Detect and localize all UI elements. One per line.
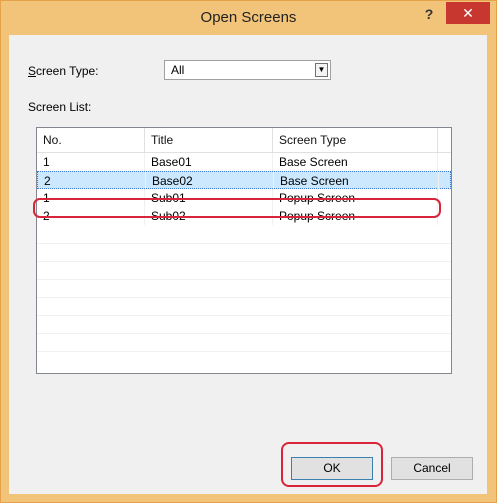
open-screens-dialog: Open Screens ? ✕ Screen Type: All ▼ Scre… [0, 0, 497, 503]
grid-line [37, 333, 451, 334]
cell-no: 2 [38, 172, 146, 190]
screen-list-label: Screen List: [28, 100, 92, 114]
column-header-title[interactable]: Title [145, 128, 273, 152]
screen-type-dropdown[interactable]: All ▼ [164, 60, 331, 80]
cell-no: 1 [37, 189, 145, 207]
table-row[interactable]: 2 Sub02 Popup Screen [37, 207, 451, 225]
screen-type-label-mnemonic: S [28, 64, 37, 78]
table-row-selected[interactable]: 2 Base02 Base Screen [37, 171, 451, 190]
screen-type-label-rest: creen Type: [36, 64, 99, 78]
title-bar[interactable]: Open Screens ? ✕ [1, 1, 496, 35]
screen-list-grid[interactable]: No. Title Screen Type 1 Base01 Base Scre… [36, 127, 452, 374]
column-header-screen-type[interactable]: Screen Type [273, 128, 438, 152]
table-row[interactable]: 1 Base01 Base Screen [37, 153, 451, 171]
screen-type-value: All [171, 63, 185, 77]
cell-title: Sub01 [145, 189, 273, 207]
cell-title: Sub02 [145, 207, 273, 225]
grid-header: No. Title Screen Type [37, 128, 451, 153]
grid-line [37, 261, 451, 262]
chevron-down-icon[interactable]: ▼ [315, 63, 328, 77]
grid-line [37, 297, 451, 298]
cell-screen-type: Base Screen [274, 172, 439, 190]
column-header-no[interactable]: No. [37, 128, 145, 152]
cell-no: 1 [37, 153, 145, 171]
close-button[interactable]: ✕ [446, 2, 490, 24]
dialog-body: Screen Type: All ▼ Screen List: No. Titl… [9, 35, 487, 494]
table-row[interactable]: 1 Sub01 Popup Screen [37, 189, 451, 207]
cell-no: 2 [37, 207, 145, 225]
help-button[interactable]: ? [414, 3, 444, 25]
ok-button[interactable]: OK [291, 457, 373, 480]
grid-line [37, 279, 451, 280]
grid-line [37, 315, 451, 316]
cell-screen-type: Popup Screen [273, 207, 438, 225]
screen-type-label: Screen Type: [28, 64, 99, 78]
cell-screen-type: Popup Screen [273, 189, 438, 207]
grid-line [37, 243, 451, 244]
grid-line [37, 351, 451, 352]
cell-screen-type: Base Screen [273, 153, 438, 171]
cancel-button[interactable]: Cancel [391, 457, 473, 480]
cell-title: Base01 [145, 153, 273, 171]
cell-title: Base02 [146, 172, 274, 190]
